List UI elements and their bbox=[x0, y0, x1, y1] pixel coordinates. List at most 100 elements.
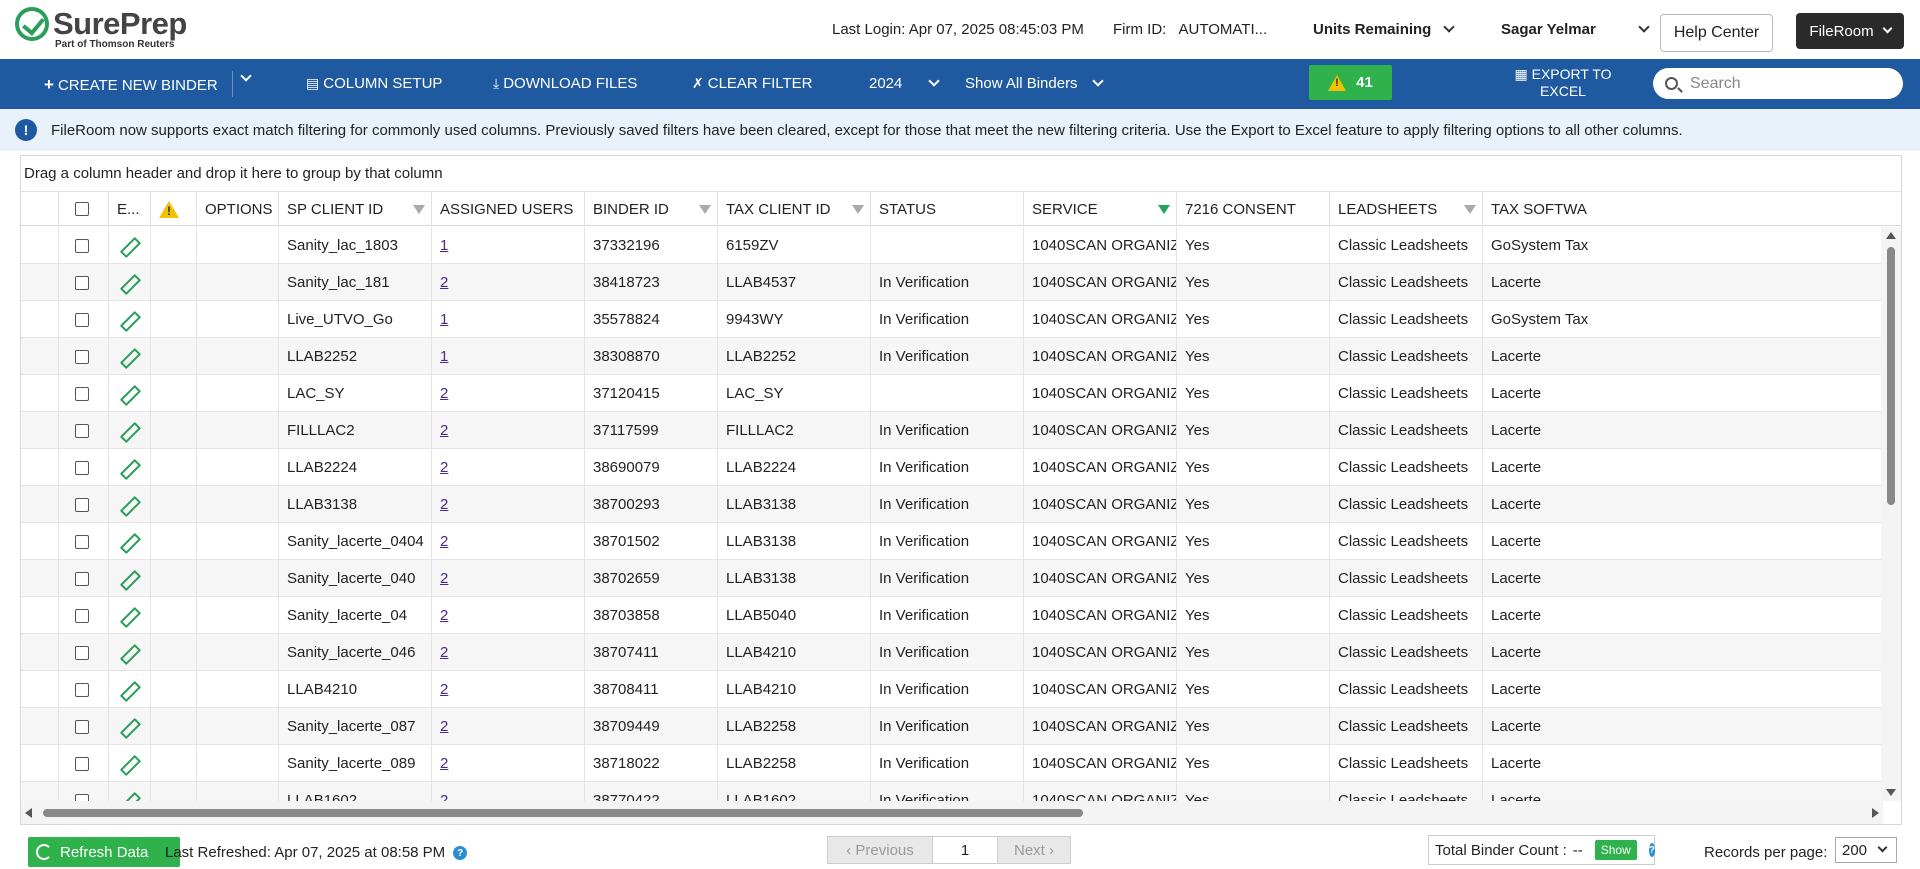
group-drop-zone[interactable]: Drag a column header and drop it here to… bbox=[21, 156, 1901, 192]
table-row[interactable]: Sanity_lac_1803 1 37332196 6159ZV 1040SCAN O… bbox=[21, 227, 1883, 264]
scroll-down-icon[interactable] bbox=[1886, 789, 1896, 796]
table-row[interactable]: Sanity_lacerte_0404 2 38701502 LLAB3138 In V… bbox=[21, 523, 1883, 560]
table-row[interactable]: Sanity_lacerte_040 2 38702659 LLAB3138 In Ve… bbox=[21, 560, 1883, 597]
pencil-icon[interactable] bbox=[120, 608, 136, 624]
table-row[interactable]: LLAB2252 1 38308870 LLAB2252 In Verification… bbox=[21, 338, 1883, 375]
assigned-users-link[interactable]: 2 bbox=[440, 755, 448, 772]
pencil-icon[interactable] bbox=[120, 386, 136, 402]
vertical-scrollbar[interactable] bbox=[1881, 227, 1901, 801]
pencil-icon[interactable] bbox=[120, 645, 136, 661]
assigned-users-link[interactable]: 2 bbox=[440, 644, 448, 661]
create-new-binder-button[interactable]: + CREATE NEW BINDER bbox=[44, 75, 218, 95]
assigned-users-link[interactable]: 2 bbox=[440, 792, 448, 801]
column-setup-button[interactable]: ▤ COLUMN SETUP bbox=[306, 75, 442, 92]
column-header-options[interactable]: OPTIONS bbox=[197, 192, 279, 226]
assigned-users-link[interactable]: 2 bbox=[440, 681, 448, 698]
table-row[interactable]: LAC_SY 2 37120415 LAC_SY 1040SCAN ORGANIZE Ye… bbox=[21, 375, 1883, 412]
table-row[interactable]: LLAB1602 2 38770422 LLAB1602 In Verification… bbox=[21, 782, 1883, 801]
assigned-users-link[interactable]: 2 bbox=[440, 533, 448, 550]
table-row[interactable]: Sanity_lacerte_04 2 38703858 LLAB5040 In Ver… bbox=[21, 597, 1883, 634]
assigned-users-link[interactable]: 1 bbox=[440, 348, 448, 365]
assigned-users-link[interactable]: 2 bbox=[440, 385, 448, 402]
column-header-status[interactable]: STATUS bbox=[871, 192, 1024, 226]
refresh-data-button[interactable]: Refresh Data bbox=[28, 837, 180, 867]
column-header-binder-id[interactable]: BINDER ID bbox=[585, 192, 718, 226]
assigned-users-link[interactable]: 2 bbox=[440, 607, 448, 624]
show-binders-dropdown[interactable]: Show All Binders bbox=[965, 74, 1104, 92]
pencil-icon[interactable] bbox=[120, 793, 136, 802]
column-header-edit[interactable]: E... bbox=[109, 192, 151, 226]
table-row[interactable]: LLAB3138 2 38700293 LLAB3138 In Verification… bbox=[21, 486, 1883, 523]
pencil-icon[interactable] bbox=[120, 238, 136, 254]
table-row[interactable]: LLAB2224 2 38690079 LLAB2224 In Verification… bbox=[21, 449, 1883, 486]
row-checkbox[interactable] bbox=[75, 534, 89, 549]
pencil-icon[interactable] bbox=[120, 460, 136, 476]
help-icon[interactable]: ? bbox=[453, 846, 468, 861]
assigned-users-link[interactable]: 2 bbox=[440, 496, 448, 513]
row-checkbox[interactable] bbox=[75, 460, 89, 475]
table-row[interactable]: Sanity_lacerte_046 2 38707411 LLAB4210 In Ve… bbox=[21, 634, 1883, 671]
fileroom-dropdown[interactable]: FileRoom bbox=[1796, 13, 1904, 49]
row-checkbox[interactable] bbox=[75, 423, 89, 438]
alerts-button[interactable]: 41 bbox=[1309, 65, 1392, 100]
table-row[interactable]: FILLLAC2 2 37117599 FILLLAC2 In Verification… bbox=[21, 412, 1883, 449]
units-remaining-dropdown[interactable]: Units Remaining bbox=[1313, 21, 1456, 38]
assigned-users-link[interactable]: 2 bbox=[440, 459, 448, 476]
horizontal-scrollbar[interactable] bbox=[21, 801, 1883, 824]
column-header-tax-client-id[interactable]: TAX CLIENT ID bbox=[718, 192, 871, 226]
previous-page-button[interactable]: ‹ Previous bbox=[828, 837, 932, 863]
pencil-icon[interactable] bbox=[120, 349, 136, 365]
select-all-checkbox-cell[interactable] bbox=[59, 192, 109, 226]
filter-icon[interactable] bbox=[1464, 205, 1476, 214]
column-header-tax-software[interactable]: TAX SOFTWA bbox=[1483, 192, 1901, 226]
search-box[interactable] bbox=[1653, 68, 1903, 99]
column-header-warning[interactable] bbox=[151, 192, 197, 226]
column-header-service[interactable]: SERVICE bbox=[1024, 192, 1177, 226]
row-checkbox[interactable] bbox=[75, 793, 89, 801]
create-binder-dropdown[interactable] bbox=[240, 70, 252, 83]
column-header-7216-consent[interactable]: 7216 CONSENT bbox=[1177, 192, 1330, 226]
help-center-button[interactable]: Help Center bbox=[1660, 14, 1773, 52]
page-number-input[interactable]: 1 bbox=[932, 837, 998, 863]
scroll-right-icon[interactable] bbox=[1872, 808, 1879, 818]
column-header-assigned-users[interactable]: ASSIGNED USERS bbox=[432, 192, 585, 226]
year-dropdown[interactable]: 2024 bbox=[869, 74, 941, 92]
row-checkbox[interactable] bbox=[75, 238, 89, 253]
row-checkbox[interactable] bbox=[75, 497, 89, 512]
vertical-scroll-thumb[interactable] bbox=[1887, 247, 1895, 505]
row-checkbox[interactable] bbox=[75, 682, 89, 697]
column-header-leadsheets[interactable]: LEADSHEETS bbox=[1330, 192, 1483, 226]
scroll-left-icon[interactable] bbox=[25, 808, 32, 818]
pencil-icon[interactable] bbox=[120, 497, 136, 513]
sureprep-logo[interactable]: SurePrep Part of Thomson Reuters bbox=[15, 6, 187, 50]
records-per-page-select[interactable]: 200 bbox=[1835, 837, 1897, 863]
pencil-icon[interactable] bbox=[120, 571, 136, 587]
pencil-icon[interactable] bbox=[120, 534, 136, 550]
download-files-button[interactable]: ⤓ DOWNLOAD FILES bbox=[493, 75, 637, 92]
table-row[interactable]: LLAB4210 2 38708411 LLAB4210 In Verification… bbox=[21, 671, 1883, 708]
filter-active-icon[interactable] bbox=[1158, 205, 1170, 214]
pencil-icon[interactable] bbox=[120, 423, 136, 439]
assigned-users-link[interactable]: 2 bbox=[440, 274, 448, 291]
row-checkbox[interactable] bbox=[75, 719, 89, 734]
row-checkbox[interactable] bbox=[75, 571, 89, 586]
assigned-users-link[interactable]: 2 bbox=[440, 422, 448, 439]
scroll-up-icon[interactable] bbox=[1886, 232, 1896, 239]
pencil-icon[interactable] bbox=[120, 682, 136, 698]
next-page-button[interactable]: Next › bbox=[998, 837, 1070, 863]
row-checkbox[interactable] bbox=[75, 275, 89, 290]
search-input[interactable] bbox=[1690, 74, 1890, 93]
table-row[interactable]: Sanity_lacerte_087 2 38709449 LLAB2258 In Ve… bbox=[21, 708, 1883, 745]
filter-icon[interactable] bbox=[413, 205, 425, 214]
row-checkbox[interactable] bbox=[75, 349, 89, 364]
row-checkbox[interactable] bbox=[75, 645, 89, 660]
horizontal-scroll-thumb[interactable] bbox=[43, 809, 1083, 817]
assigned-users-link[interactable]: 1 bbox=[440, 311, 448, 328]
assigned-users-link[interactable]: 2 bbox=[440, 718, 448, 735]
help-icon[interactable]: ? bbox=[1648, 843, 1655, 857]
row-checkbox[interactable] bbox=[75, 608, 89, 623]
table-row[interactable]: Live_UTVO_Go 1 35578824 9943WY In Verificati… bbox=[21, 301, 1883, 338]
pencil-icon[interactable] bbox=[120, 275, 136, 291]
table-row[interactable]: Sanity_lacerte_089 2 38718022 LLAB2258 In Ve… bbox=[21, 745, 1883, 782]
row-checkbox[interactable] bbox=[75, 756, 89, 771]
